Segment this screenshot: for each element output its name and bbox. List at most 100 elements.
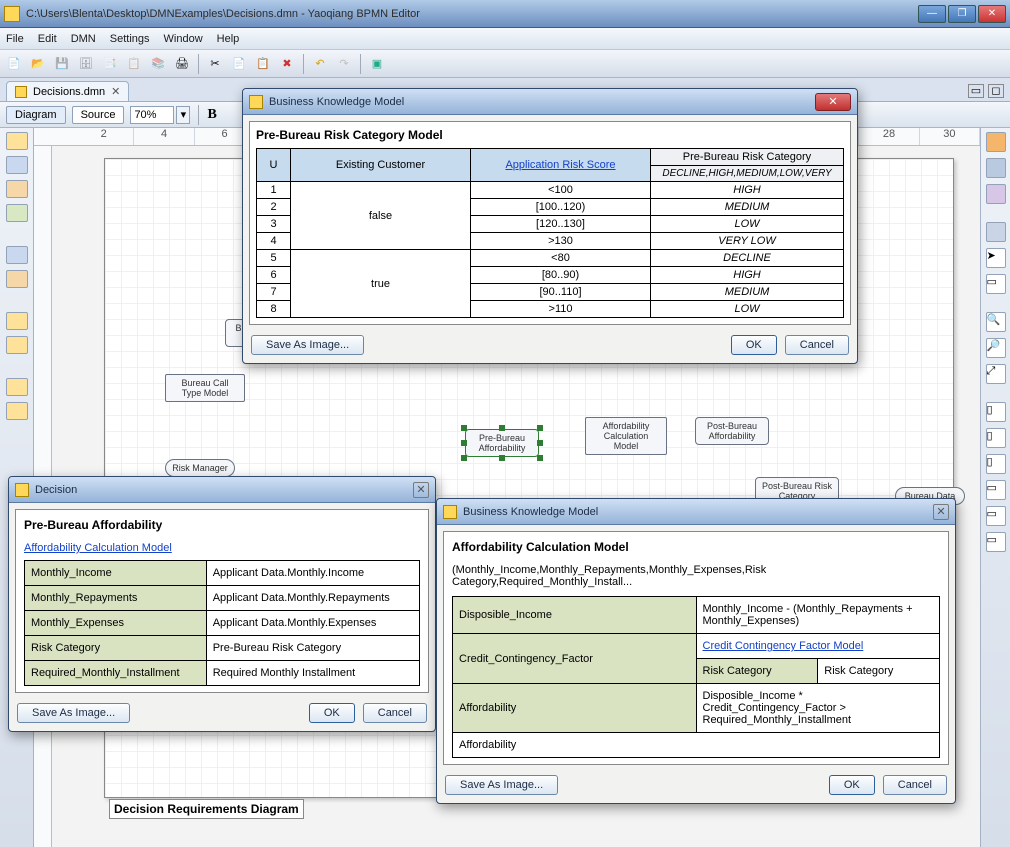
dialog-decision[interactable]: Decision ✕ Pre-Bureau Affordability Affo… xyxy=(8,476,436,732)
copy-icon[interactable]: 📄 xyxy=(229,54,249,74)
dialog-bkm-table[interactable]: Business Knowledge Model ✕ Pre-Bureau Ri… xyxy=(242,88,858,364)
minimize-button[interactable]: — xyxy=(918,5,946,23)
grid-icon[interactable] xyxy=(986,158,1006,178)
dialog-header[interactable]: Decision ✕ xyxy=(9,477,435,503)
dialog-close-button[interactable]: ✕ xyxy=(815,93,851,111)
node-pre-bureau-affordability[interactable]: Pre-Bureau Affordability xyxy=(465,429,539,457)
menu-window[interactable]: Window xyxy=(164,33,203,45)
bold-button[interactable]: B xyxy=(207,107,216,123)
cancel-button[interactable]: Cancel xyxy=(883,775,947,795)
table-row[interactable]: Monthly_IncomeApplicant Data.Monthly.Inc… xyxy=(25,561,420,586)
max-icon[interactable]: ◻ xyxy=(988,84,1004,98)
doc-icon[interactable]: 📑 xyxy=(100,54,120,74)
zoom-dropdown-icon[interactable]: ▾ xyxy=(176,106,190,124)
align-icon[interactable]: ▯ xyxy=(986,402,1006,422)
window-title: C:\Users\Blenta\Desktop\DMNExamples\Deci… xyxy=(26,8,918,20)
palette-tool[interactable] xyxy=(6,246,28,264)
diagram-tab[interactable]: Diagram xyxy=(6,106,66,124)
save-image-button[interactable]: Save As Image... xyxy=(251,335,364,355)
layers-icon[interactable] xyxy=(986,184,1006,204)
marquee-icon[interactable]: ▭ xyxy=(986,274,1006,294)
dialog-header[interactable]: Business Knowledge Model ✕ xyxy=(243,89,857,115)
table-row[interactable]: Monthly_RepaymentsApplicant Data.Monthly… xyxy=(25,586,420,611)
align3-icon[interactable]: ▯ xyxy=(986,454,1006,474)
paste-icon[interactable]: 📋 xyxy=(253,54,273,74)
titlebar[interactable]: C:\Users\Blenta\Desktop\DMNExamples\Deci… xyxy=(0,0,1010,28)
table-row[interactable]: Credit_Contingency_FactorCredit Continge… xyxy=(453,634,940,659)
palette-tool[interactable] xyxy=(6,204,28,222)
new-icon[interactable]: 📄 xyxy=(4,54,24,74)
pointer-icon[interactable]: ➤ xyxy=(986,248,1006,268)
ok-button[interactable]: OK xyxy=(309,703,355,723)
restore-icon[interactable]: ▭ xyxy=(968,84,984,98)
zoom-input[interactable] xyxy=(130,106,174,124)
table-row[interactable]: 1false<100HIGH xyxy=(257,182,844,199)
menu-edit[interactable]: Edit xyxy=(38,33,57,45)
cancel-button[interactable]: Cancel xyxy=(363,703,427,723)
table-row[interactable]: 5true<80DECLINE xyxy=(257,250,844,267)
ok-button[interactable]: OK xyxy=(829,775,875,795)
align2-icon[interactable]: ▯ xyxy=(986,428,1006,448)
doc-icon-small xyxy=(15,86,27,98)
palette-tool[interactable] xyxy=(6,336,28,354)
dialog-close-icon[interactable]: ✕ xyxy=(413,482,429,498)
palette-tool[interactable] xyxy=(6,180,28,198)
source-tab[interactable]: Source xyxy=(72,106,125,124)
node-affordability-calc-model[interactable]: Affordability Calculation Model xyxy=(585,417,667,455)
docs-icon[interactable]: 📚 xyxy=(148,54,168,74)
delete-icon[interactable]: ✖ xyxy=(277,54,297,74)
redo-icon[interactable]: ↷ xyxy=(334,54,354,74)
save-image-button[interactable]: Save As Image... xyxy=(445,775,558,795)
cut-icon[interactable]: ✂ xyxy=(205,54,225,74)
table-row[interactable]: AffordabilityDisposible_Income * Credit_… xyxy=(453,684,940,733)
table-row[interactable]: Required_Monthly_InstallmentRequired Mon… xyxy=(25,661,420,686)
palette-tool[interactable] xyxy=(6,378,28,396)
overview-icon[interactable] xyxy=(986,132,1006,152)
table-row[interactable]: Affordability xyxy=(453,733,940,758)
doc-tab-close-icon[interactable]: ✕ xyxy=(111,85,120,98)
palette-tool[interactable] xyxy=(6,156,28,174)
close-button[interactable]: ✕ xyxy=(978,5,1006,23)
node-bureau-call-type-model[interactable]: Bureau Call Type Model xyxy=(165,374,245,402)
document-tab[interactable]: Decisions.dmn ✕ xyxy=(6,81,129,101)
menu-file[interactable]: File xyxy=(6,33,24,45)
zoomfit-icon[interactable]: ⤢ xyxy=(986,364,1006,384)
invocation-link[interactable]: Affordability Calculation Model xyxy=(24,542,172,554)
zoom-control[interactable]: ▾ xyxy=(130,106,190,124)
select-icon[interactable] xyxy=(986,222,1006,242)
save-image-button[interactable]: Save As Image... xyxy=(17,703,130,723)
table-row[interactable]: Monthly_ExpensesApplicant Data.Monthly.E… xyxy=(25,611,420,636)
align5-icon[interactable]: ▭ xyxy=(986,506,1006,526)
save-icon[interactable]: 💾 xyxy=(52,54,72,74)
menu-help[interactable]: Help xyxy=(217,33,240,45)
dialog-icon xyxy=(249,95,263,109)
open-icon[interactable]: 📂 xyxy=(28,54,48,74)
dialog-header[interactable]: Business Knowledge Model ✕ xyxy=(437,499,955,525)
col-score[interactable]: Application Risk Score xyxy=(471,149,651,182)
palette-tool[interactable] xyxy=(6,270,28,288)
print-icon[interactable]: 🖨 xyxy=(172,54,192,74)
palette-tool[interactable] xyxy=(6,402,28,420)
node-risk-manager[interactable]: Risk Manager xyxy=(165,459,235,477)
maximize-button[interactable]: ❐ xyxy=(948,5,976,23)
copydoc-icon[interactable]: 📋 xyxy=(124,54,144,74)
node-post-bureau-affordability[interactable]: Post-Bureau Affordability xyxy=(695,417,769,445)
dialog-bkm-context[interactable]: Business Knowledge Model ✕ Affordability… xyxy=(436,498,956,804)
main-toolbar: 📄 📂 💾 🗄 📑 📋 📚 🖨 ✂ 📄 📋 ✖ ↶ ↷ ▣ xyxy=(0,50,1010,78)
table-row[interactable]: Risk CategoryPre-Bureau Risk Category xyxy=(25,636,420,661)
align6-icon[interactable]: ▭ xyxy=(986,532,1006,552)
palette-tool[interactable] xyxy=(6,312,28,330)
menu-dmn[interactable]: DMN xyxy=(71,33,96,45)
undo-icon[interactable]: ↶ xyxy=(310,54,330,74)
palette-tool[interactable] xyxy=(6,132,28,150)
zoomout-icon[interactable]: 🔎 xyxy=(986,338,1006,358)
align4-icon[interactable]: ▭ xyxy=(986,480,1006,500)
cancel-button[interactable]: Cancel xyxy=(785,335,849,355)
saveall-icon[interactable]: 🗄 xyxy=(76,54,96,74)
menu-settings[interactable]: Settings xyxy=(110,33,150,45)
ok-button[interactable]: OK xyxy=(731,335,777,355)
zoomin-icon[interactable]: 🔍 xyxy=(986,312,1006,332)
run-icon[interactable]: ▣ xyxy=(367,54,387,74)
table-row[interactable]: Disposible_IncomeMonthly_Income - (Month… xyxy=(453,597,940,634)
dialog-close-icon[interactable]: ✕ xyxy=(933,504,949,520)
